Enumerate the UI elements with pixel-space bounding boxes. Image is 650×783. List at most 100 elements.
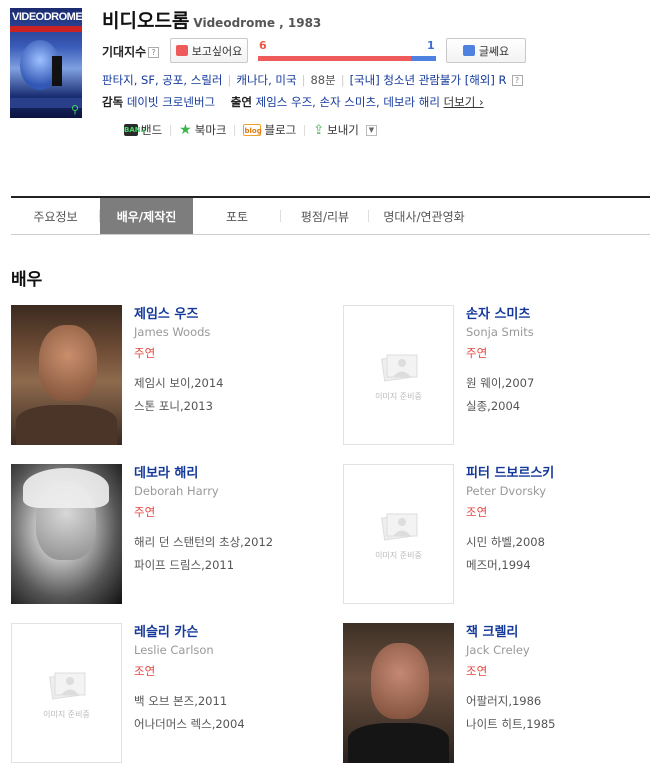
actor-work[interactable]: 시민 하벨,2008 [466,534,545,550]
more-cast-link[interactable]: 더보기 › [444,95,484,109]
actor-role: 조연 [466,664,488,678]
tab-label: 명대사/연관영화 [383,209,465,224]
actor-name-en: Sonja Smits [466,325,534,339]
actor-name-en: Deborah Harry [134,484,219,498]
actor-photo[interactable]: 이미지 준비중 [343,464,454,604]
actor-work[interactable]: 백 오브 본즈,2011 [134,693,227,709]
thumbs-down-icon [462,45,475,56]
actor-photo[interactable]: 이미지 준비중 [343,305,454,445]
actor-photo[interactable] [343,623,454,763]
movie-poster[interactable]: VIDEODROME ⚲ [10,8,82,118]
poster-title: VIDEODROME [12,11,82,23]
rating-help-icon[interactable]: ? [511,75,523,86]
actor-role: 조연 [466,505,488,519]
help-icon[interactable]: ? [148,47,160,58]
not-sure-button[interactable]: 글쎄요 [446,38,526,63]
actor-name[interactable]: 피터 드보르스키 [466,462,554,481]
actor-name[interactable]: 잭 크렐리 [466,621,518,640]
no-image-text: 이미지 준비중 [43,710,90,719]
director-label: 감독 [102,95,124,109]
poster-band [10,26,82,32]
actor-name[interactable]: 레슬리 카슨 [134,621,198,640]
actor-role: 주연 [466,346,488,360]
share-band-label: 밴드 [141,123,163,137]
director-link[interactable]: 데이빗 크로넨버그 [127,95,215,109]
poster-figure [52,56,62,86]
thumbs-up-icon [175,45,188,56]
no-image-icon [381,354,418,382]
actor-role: 조연 [134,664,156,678]
cast-label: 출연 [230,95,252,109]
runtime: 88분 [310,73,336,87]
divider: | [227,73,232,87]
genre-links[interactable]: 판타지, SF, 공포, 스릴러 [102,73,223,87]
expectation-bar [258,56,436,61]
tab-bar: 주요정보 배우/제작진 포토 평점/리뷰 명대사/연관영화 [11,196,650,235]
tab-label: 배우/제작진 [116,209,177,224]
movie-info-line: 판타지, SF, 공포, 스릴러 | 캐나다, 미국 | 88분 | [국내] 청소년 관람… [102,72,523,88]
actor-card: 이미지 준비중 피터 드보르스키 Peter Dvorsky 조연 시민 하벨,… [343,464,643,604]
actor-name-en: Leslie Carlson [134,643,214,657]
actor-work[interactable]: 스톤 포니,2013 [134,398,213,414]
band-icon: BAND [124,124,147,136]
actor-work[interactable]: 나이트 히트,1985 [466,716,555,732]
share-bar: BAND 밴드 ★ 북마크 blog 블로그 ⇪ 보내기 ▼ [124,122,377,138]
actor-work[interactable]: 어팔러지,1986 [466,693,541,709]
share-bookmark[interactable]: ★ 북마크 [179,122,226,138]
tab-reviews[interactable]: 평점/리뷰 [281,198,369,234]
cast-links[interactable]: 제임스 우즈, 손자 스미츠, 데보라 해리 [256,95,440,109]
want-to-see-button[interactable]: 보고싶어요 [170,38,248,63]
rating-link[interactable]: [국내] 청소년 관람불가 [해외] R [350,73,507,87]
no-image-text: 이미지 준비중 [375,551,422,560]
actor-card: 데보라 해리 Deborah Harry 주연 해리 던 스탠턴의 초상,201… [11,464,311,604]
tab-quotes-related[interactable]: 명대사/연관영화 [369,198,479,234]
tab-photo[interactable]: 포토 [193,198,281,234]
actor-photo[interactable] [11,464,122,604]
actor-photo[interactable] [11,305,122,445]
movie-title-ko: 비디오드롬 [102,10,190,32]
no-image-text: 이미지 준비중 [375,392,422,401]
no-image-icon [49,672,86,700]
actor-portrait [39,325,97,401]
actor-name[interactable]: 데보라 해리 [134,462,198,481]
actor-card: 잭 크렐리 Jack Creley 조연 어팔러지,1986 나이트 히트,19… [343,623,643,763]
actor-work[interactable]: 실종,2004 [466,398,520,414]
actor-card: 제임스 우즈 James Woods 주연 제임시 보이,2014 스톤 포니,… [11,305,311,445]
actor-portrait [371,643,429,719]
actor-name[interactable]: 손자 스미츠 [466,303,530,322]
actor-work[interactable]: 제임시 보이,2014 [134,375,223,391]
actor-role: 주연 [134,346,156,360]
share-send[interactable]: ⇪ 보내기 ▼ [313,122,377,138]
actor-name-en: Peter Dvorsky [466,484,547,498]
tab-cast-crew[interactable]: 배우/제작진 [100,198,193,234]
actor-shoulders [348,723,449,763]
actor-work[interactable]: 어나더머스 렉스,2004 [134,716,245,732]
actor-work[interactable]: 해리 던 스탠턴의 초상,2012 [134,534,273,550]
share-blog[interactable]: blog 블로그 [243,122,296,138]
share-band[interactable]: BAND 밴드 [124,122,162,138]
section-title-actors: 배우 [11,270,43,290]
actor-name[interactable]: 제임스 우즈 [134,303,198,322]
share-blog-label: 블로그 [264,123,297,137]
tab-main-info[interactable]: 주요정보 [11,198,100,234]
actor-card: 이미지 준비중 손자 스미츠 Sonja Smits 주연 원 웨이,2007 … [343,305,643,445]
no-image-icon [381,513,418,541]
nah-count: 1 [427,39,435,52]
actor-shoulders [16,405,117,445]
country-links[interactable]: 캐나다, 미국 [236,73,296,87]
share-bookmark-label: 북마크 [194,123,227,137]
actor-work[interactable]: 파이프 드림스,2011 [134,557,234,573]
divider [304,124,306,136]
actor-photo[interactable]: 이미지 준비중 [11,623,122,763]
divider [170,124,172,136]
chevron-down-icon[interactable]: ▼ [365,124,377,136]
actor-work[interactable]: 메즈머,1994 [466,557,531,573]
zoom-icon[interactable]: ⚲ [71,103,79,116]
actor-name-en: Jack Creley [466,643,530,657]
expectation-bar-want-fill [258,56,411,61]
send-icon: ⇪ [313,122,325,138]
actor-work[interactable]: 원 웨이,2007 [466,375,534,391]
not-sure-label: 글쎄요 [478,44,510,58]
expectation-label: 기대지수? [102,43,160,60]
movie-title-en-year: Videodrome , 1983 [193,16,322,30]
